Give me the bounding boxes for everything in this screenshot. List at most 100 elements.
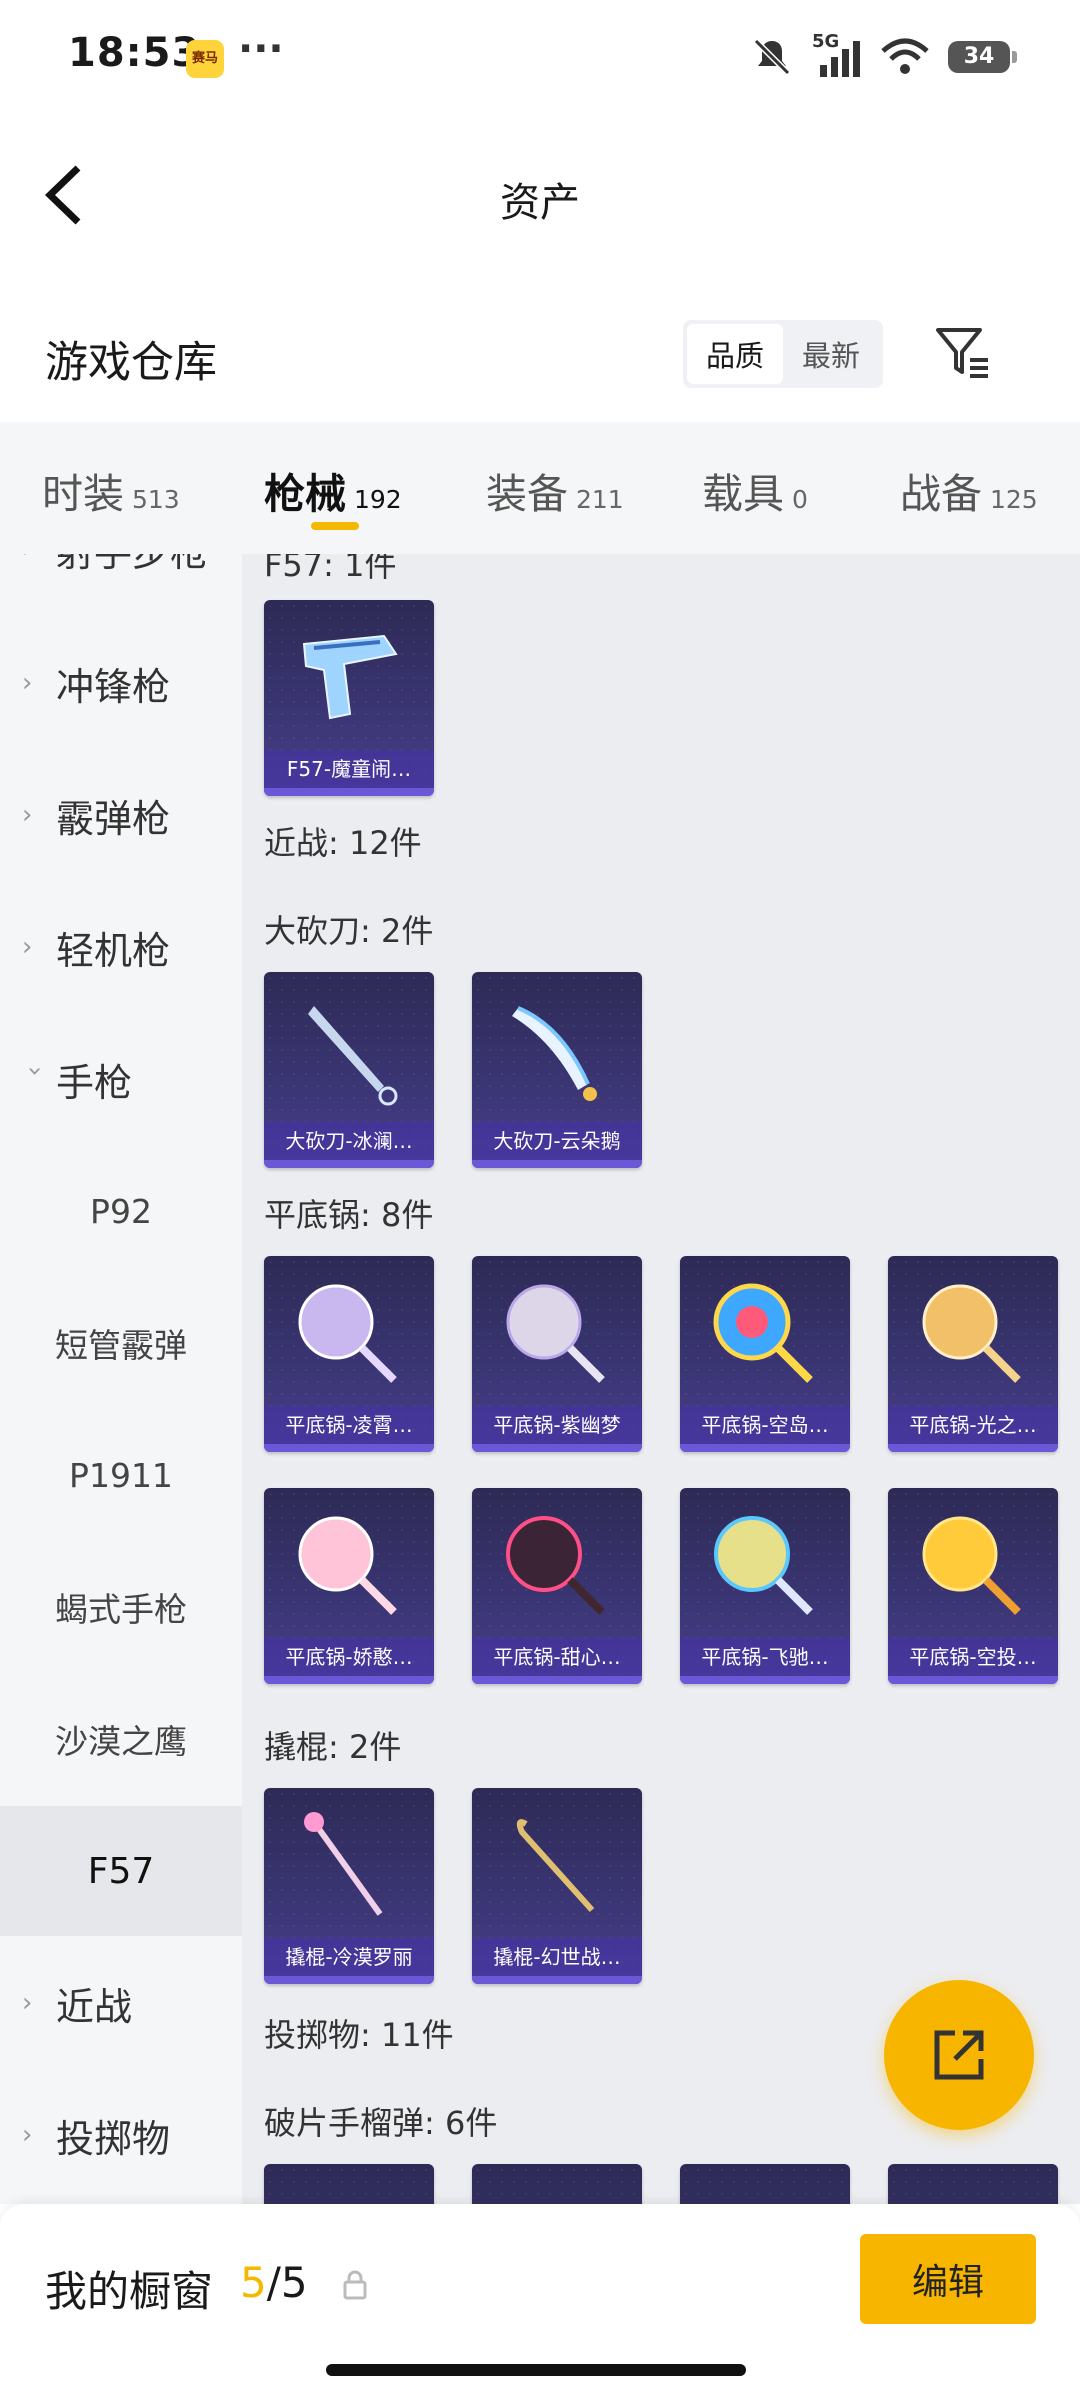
lock-icon [343, 2270, 367, 2300]
network-type: 5G [812, 31, 840, 52]
item-card-f57[interactable]: F57-魔童闹… [264, 600, 434, 796]
item-card-pan[interactable]: 平底锅-光之… [888, 1256, 1058, 1452]
rarity-bar [472, 1676, 642, 1684]
nav-header: 资产 [0, 110, 1080, 280]
sidebar-subitem-p1911[interactable]: P1911 [0, 1410, 242, 1540]
item-card-grenade[interactable] [680, 2164, 850, 2204]
item-name: 平底锅-光之… [888, 1406, 1058, 1444]
section-title: 游戏仓库 [45, 338, 217, 388]
battery-icon: 34 [948, 41, 1017, 73]
assets-page: { "status_bar": { "time": "18:53", "app_… [0, 0, 1080, 2400]
item-name: F57-魔童闹… [264, 750, 434, 788]
item-card-grenade[interactable] [472, 2164, 642, 2204]
sidebar-item-lmg[interactable]: › 轻机枪 [0, 882, 242, 1012]
rarity-bar [264, 1444, 434, 1452]
sidebar-item-label: F57 [87, 1850, 155, 1892]
filter-icon[interactable] [932, 322, 992, 382]
more-notifications-icon: ··· [238, 26, 284, 72]
chevron-right-icon: › [22, 932, 33, 962]
sidebar-subitem-deagle[interactable]: 沙漠之鹰 [0, 1674, 242, 1804]
item-card-pan[interactable]: 平底锅-空投… [888, 1488, 1058, 1684]
sidebar-subitem-p92[interactable]: P92 [0, 1146, 242, 1276]
tab-count: 513 [132, 485, 180, 514]
sidebar-item-label: 轻机枪 [56, 928, 171, 973]
item-card-pan[interactable]: 平底锅-飞驰… [680, 1488, 850, 1684]
item-card-machete[interactable]: 大砍刀-云朵鹅 [472, 972, 642, 1168]
showcase-count-total: /5 [266, 2258, 308, 2307]
item-name: 平底锅-甜心… [472, 1638, 642, 1676]
rarity-bar [472, 1976, 642, 1984]
rarity-bar [264, 788, 434, 796]
tab-fashion[interactable]: 时装 513 [42, 460, 180, 520]
sidebar-item-melee[interactable]: › 近战 [0, 1938, 242, 2068]
sidebar-item-pistol[interactable]: › 手枪 [0, 1014, 242, 1144]
pan-icon [298, 1284, 397, 1383]
item-card-pan[interactable]: 平底锅-凌霄… [264, 1256, 434, 1452]
rarity-bar [680, 1444, 850, 1452]
sidebar-item-label: 短管霰弹 [55, 1326, 187, 1365]
sidebar-subitem-skorpion[interactable]: 蝎式手枪 [0, 1542, 242, 1672]
sidebar-item-marksman-rifle[interactable]: › 射手步枪 [0, 554, 242, 614]
chevron-down-icon: › [20, 1066, 50, 1077]
group-header-machete: 大砍刀: 2件 [264, 912, 434, 950]
edit-button[interactable]: 编辑 [860, 2234, 1036, 2324]
sort-quality-button[interactable]: 品质 [687, 324, 783, 384]
pan-icon [506, 1516, 605, 1615]
share-button[interactable] [884, 1980, 1034, 2130]
page-title: 资产 [500, 180, 580, 226]
rarity-bar [888, 1676, 1058, 1684]
tab-guns[interactable]: 枪械 192 [264, 460, 402, 520]
tab-count: 192 [354, 485, 402, 514]
tab-vehicles[interactable]: 载具 0 [702, 460, 808, 520]
rarity-bar [264, 1976, 434, 1984]
item-card-crowbar[interactable]: 撬棍-幻世战… [472, 1788, 642, 1984]
group-header-melee: 近战: 12件 [264, 824, 422, 862]
tab-count: 125 [990, 485, 1038, 514]
item-card-grenade[interactable] [888, 2164, 1058, 2204]
tab-equipment[interactable]: 装备 211 [486, 460, 624, 520]
group-header-f57: F57: 1件 [264, 554, 397, 584]
sidebar-item-label: P1911 [69, 1455, 173, 1495]
tab-label: 时装 [42, 470, 124, 518]
item-card-crowbar[interactable]: 撬棍-冷漠罗丽 [264, 1788, 434, 1984]
sidebar-item-label: 冲锋枪 [56, 664, 171, 709]
item-card-grenade[interactable] [264, 2164, 434, 2204]
item-card-pan[interactable]: 平底锅-甜心… [472, 1488, 642, 1684]
tab-count: 0 [792, 485, 808, 514]
rarity-bar [264, 1160, 434, 1168]
tab-label: 装备 [486, 470, 568, 518]
rarity-bar [264, 1676, 434, 1684]
weapon-type-sidebar: › 射手步枪 › 冲锋枪 › 霰弹枪 › 轻机枪 › 手枪 P92 短管霰弹 P… [0, 554, 242, 2204]
group-header-throwables: 投掷物: 11件 [264, 2016, 454, 2054]
status-icons: 5G 34 [750, 31, 1017, 80]
item-card-pan[interactable]: 平底锅-空岛… [680, 1256, 850, 1452]
category-tabs: 时装 513 枪械 192 装备 211 载具 0 战备 125 [0, 422, 1080, 554]
crowbar-icon [304, 1812, 383, 1916]
status-bar: 18:53 赛马 ··· 5G 34 [0, 0, 1080, 110]
sidebar-item-label: 投掷物 [56, 2116, 171, 2161]
sidebar-subitem-sawed-off[interactable]: 短管霰弹 [0, 1278, 242, 1408]
sidebar-item-label: P92 [90, 1191, 152, 1231]
active-tab-indicator [311, 522, 359, 530]
pan-icon [506, 1284, 605, 1383]
sidebar-subitem-f57[interactable]: F57 [0, 1806, 242, 1936]
crowbar-icon [516, 1819, 595, 1913]
item-card-pan[interactable]: 平底锅-娇憨… [264, 1488, 434, 1684]
group-header-frag-grenade: 破片手榴弹: 6件 [264, 2104, 498, 2142]
chevron-right-icon: › [22, 1988, 33, 2018]
sidebar-item-smg[interactable]: › 冲锋枪 [0, 618, 242, 748]
tab-supplies[interactable]: 战备 125 [900, 460, 1038, 520]
sort-toggle: 品质 最新 [683, 320, 883, 388]
sidebar-item-throwables[interactable]: › 投掷物 [0, 2070, 242, 2200]
item-card-machete[interactable]: 大砍刀-冰澜… [264, 972, 434, 1168]
sidebar-item-label: 近战 [56, 1984, 133, 2029]
rarity-bar [472, 1444, 642, 1452]
machete-icon [308, 1006, 398, 1106]
chevron-right-icon: › [22, 2120, 33, 2150]
sidebar-item-label: 射手步枪 [56, 554, 208, 577]
sort-newest-button[interactable]: 最新 [783, 324, 879, 384]
chevron-right-icon: › [22, 554, 48, 564]
sidebar-item-shotgun[interactable]: › 霰弹枪 [0, 750, 242, 880]
item-card-pan[interactable]: 平底锅-紫幽梦 [472, 1256, 642, 1452]
item-list: F57: 1件 F57-魔童闹… 近战: 12件 大砍刀: 2件 大砍刀-冰澜…… [242, 554, 1080, 2204]
